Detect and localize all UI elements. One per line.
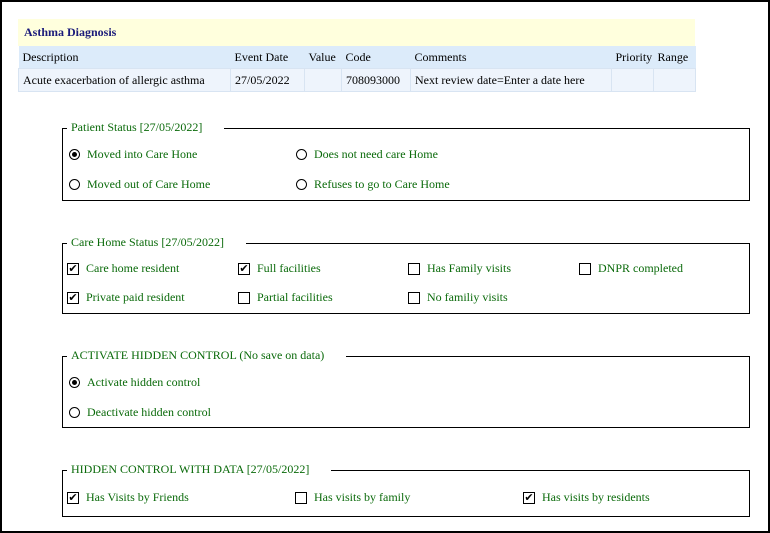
checkbox-has-visits-by-family[interactable]: Has visits by family xyxy=(295,490,410,505)
care-home-status-group: Care Home Status [27/05/2022] ✔ Care hom… xyxy=(62,235,750,314)
cell-description: Acute exacerbation of allergic asthma xyxy=(18,68,231,92)
hidden-data-legend: HIDDEN CONTROL WITH DATA [27/05/2022] xyxy=(67,462,332,477)
radio-button[interactable] xyxy=(69,407,80,418)
column-header-value: Value xyxy=(304,46,342,69)
hidden-control-legend: ACTIVATE HIDDEN CONTROL (No save on data… xyxy=(67,348,347,363)
radio-button[interactable] xyxy=(296,149,307,160)
checkbox-private-paid-resident[interactable]: ✔ Private paid resident xyxy=(67,290,185,305)
radio-button[interactable] xyxy=(296,179,307,190)
checkbox-has-family-visits[interactable]: Has Family visits xyxy=(408,261,511,276)
column-header-comments: Comments xyxy=(410,46,612,69)
cell-comments: Next review date=Enter a date here xyxy=(410,68,612,92)
checkbox-unchecked[interactable] xyxy=(579,262,591,275)
cell-range xyxy=(653,68,696,92)
checkbox-unchecked[interactable] xyxy=(408,291,420,304)
hidden-control-group: ACTIVATE HIDDEN CONTROL (No save on data… xyxy=(62,348,750,428)
column-header-description: Description xyxy=(18,46,231,69)
checkbox-unchecked[interactable] xyxy=(238,291,250,304)
column-header-priority: Priority xyxy=(611,46,654,69)
checkbox-has-visits-by-friends[interactable]: ✔ Has Visits by Friends xyxy=(67,490,189,505)
checkbox-unchecked[interactable] xyxy=(408,262,420,275)
radio-moved-into-care-home[interactable]: Moved into Care Hone xyxy=(69,147,197,162)
checkbox-checked[interactable]: ✔ xyxy=(67,291,79,304)
radio-button[interactable] xyxy=(69,179,80,190)
checkbox-checked[interactable]: ✔ xyxy=(238,262,250,275)
checkbox-no-family-visits[interactable]: No familiy visits xyxy=(408,290,508,305)
checkbox-checked[interactable]: ✔ xyxy=(523,491,535,504)
checkbox-checked[interactable]: ✔ xyxy=(67,491,79,504)
checkbox-unchecked[interactable] xyxy=(295,491,307,504)
cell-value xyxy=(304,68,342,92)
radio-refuses-care-home[interactable]: Refuses to go to Care Home xyxy=(296,177,450,192)
checkbox-partial-facilities[interactable]: Partial facilities xyxy=(238,290,333,305)
diagnosis-table: Asthma Diagnosis Description Event Date … xyxy=(18,19,696,92)
radio-deactivate-hidden-control[interactable]: Deactivate hidden control xyxy=(69,405,211,420)
patient-status-legend: Patient Status [27/05/2022] xyxy=(67,120,225,135)
column-header-code: Code xyxy=(341,46,411,69)
checkbox-has-visits-by-residents[interactable]: ✔ Has visits by residents xyxy=(523,490,650,505)
cell-event-date: 27/05/2022 xyxy=(230,68,305,92)
table-row[interactable]: Acute exacerbation of allergic asthma 27… xyxy=(18,68,696,92)
radio-does-not-need-care-home[interactable]: Does not need care Home xyxy=(296,147,438,162)
cell-code: 708093000 xyxy=(341,68,411,92)
radio-button-selected[interactable] xyxy=(69,377,80,388)
hidden-data-group: HIDDEN CONTROL WITH DATA [27/05/2022] ✔ … xyxy=(62,462,750,517)
column-header-event-date: Event Date xyxy=(230,46,305,69)
checkbox-full-facilities[interactable]: ✔ Full facilities xyxy=(238,261,321,276)
table-header-row: Description Event Date Value Code Commen… xyxy=(18,46,696,69)
column-header-range: Range xyxy=(653,46,696,69)
checkbox-care-home-resident[interactable]: ✔ Care home resident xyxy=(67,261,179,276)
radio-button-selected[interactable] xyxy=(69,149,80,160)
radio-activate-hidden-control[interactable]: Activate hidden control xyxy=(69,375,200,390)
diagnosis-title: Asthma Diagnosis xyxy=(18,19,695,46)
radio-moved-out-of-care-home[interactable]: Moved out of Care Home xyxy=(69,177,210,192)
form-frame: Asthma Diagnosis Description Event Date … xyxy=(0,0,770,533)
care-home-status-legend: Care Home Status [27/05/2022] xyxy=(67,235,246,250)
checkbox-checked[interactable]: ✔ xyxy=(67,262,79,275)
checkbox-dnpr-completed[interactable]: DNPR completed xyxy=(579,261,683,276)
cell-priority xyxy=(611,68,654,92)
patient-status-group: Patient Status [27/05/2022] Moved into C… xyxy=(62,120,750,201)
